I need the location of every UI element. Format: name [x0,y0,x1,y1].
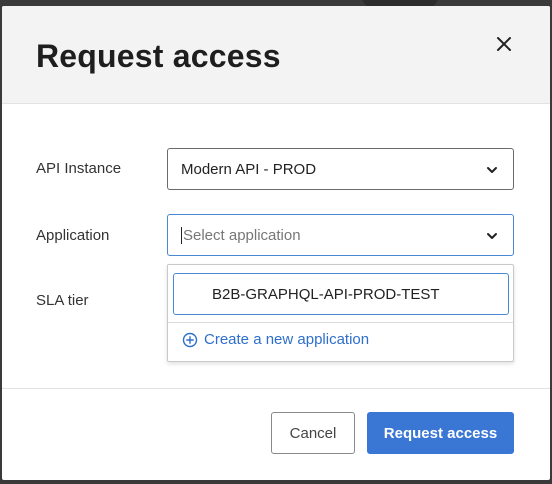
application-select[interactable]: Select application [167,214,514,256]
api-instance-select[interactable]: Modern API - PROD [167,148,514,190]
chevron-down-icon [487,233,497,239]
application-label: Application [36,227,110,244]
request-access-modal: Request access API Instance Modern API -… [2,6,550,480]
text-caret [181,226,182,244]
sla-tier-label: SLA tier [36,292,89,309]
dropdown-divider [168,322,513,323]
modal-title: Request access [36,38,281,74]
footer-divider [2,388,550,389]
create-application-link[interactable]: Create a new application [182,331,369,348]
create-application-label: Create a new application [204,331,370,348]
plus-circle-icon [182,332,198,347]
application-placeholder: Select application [183,226,301,244]
cancel-button[interactable]: Cancel [271,412,355,454]
close-button[interactable] [492,32,516,56]
request-access-button[interactable]: Request access [367,412,514,454]
application-dropdown: B2B-GRAPHQL-API-PROD-TEST Create a new a… [167,264,514,362]
modal-header: Request access [2,6,550,104]
api-instance-value: Modern API - PROD [181,160,317,178]
api-instance-label: API Instance [36,160,122,177]
chevron-down-icon [487,167,497,173]
application-option[interactable]: B2B-GRAPHQL-API-PROD-TEST [173,273,509,315]
close-icon [497,37,511,51]
